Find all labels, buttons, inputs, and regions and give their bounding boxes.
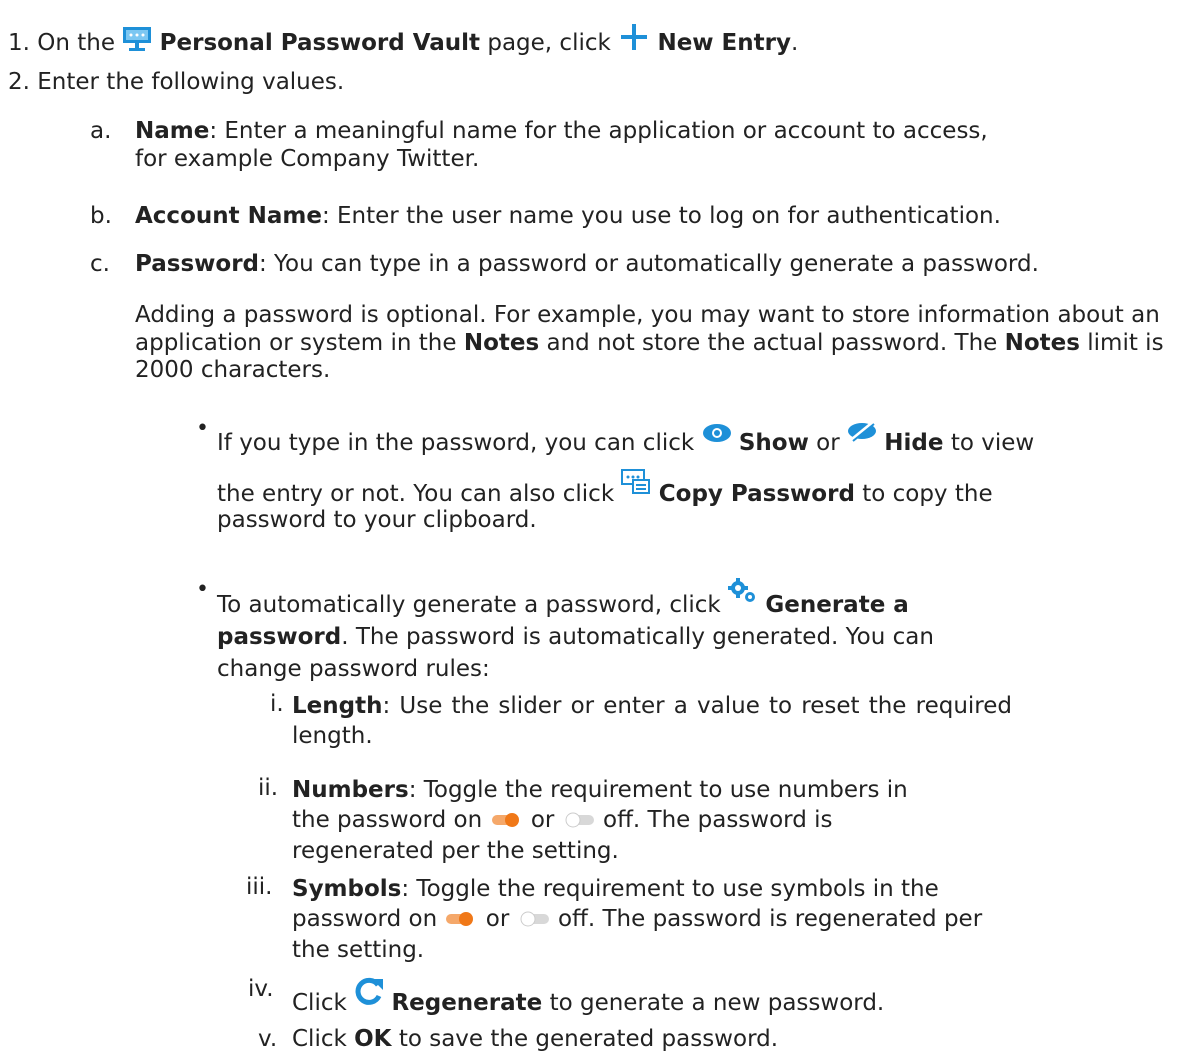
- bullet-2-marker: •: [196, 577, 209, 602]
- eye-show-icon: [702, 422, 732, 452]
- copy-password-icon: [621, 469, 651, 503]
- bullet-text: to copy the: [862, 481, 993, 507]
- rule-length: Length: Use the slider or enter a value …: [292, 691, 1012, 751]
- regenerate-icon: [354, 976, 384, 1014]
- step-number: 1.: [8, 30, 30, 56]
- notes-label: Notes: [1004, 329, 1080, 356]
- bullet-2: To automatically generate a password, cl…: [217, 578, 1017, 685]
- item-b-marker: b.: [90, 203, 112, 229]
- step-text: page, click: [487, 30, 611, 56]
- step-number: 2.: [8, 69, 30, 95]
- step-1: 1. On the Personal Password Vault page, …: [8, 22, 798, 60]
- rule-text: : Use the slider or enter a value to res…: [292, 693, 1012, 749]
- period: .: [790, 30, 799, 56]
- rule-symbols: Symbols: Toggle the requirement to use s…: [292, 874, 1012, 965]
- bullet-text: To automatically generate a password, cl…: [217, 592, 721, 618]
- vault-page-name: Personal Password Vault: [159, 30, 481, 56]
- item-a: Name: Enter a meaningful name for the ap…: [135, 118, 1015, 173]
- eye-hide-icon: [847, 420, 877, 450]
- rule-ii-marker: ii.: [258, 775, 279, 801]
- item-c-marker: c.: [90, 251, 110, 277]
- toggle-on-icon: [491, 806, 522, 836]
- bullet-1-marker: •: [196, 416, 209, 441]
- rule-text: Click: [292, 990, 347, 1016]
- plus-icon: [618, 22, 650, 60]
- password-note: Adding a password is optional. For examp…: [135, 302, 1175, 385]
- vault-icon: [122, 26, 152, 60]
- item-text: : Enter a meaningful name for the applic…: [135, 118, 988, 172]
- note-text: and not store the actual password. The: [546, 329, 998, 356]
- copy-password-label: Copy Password: [658, 481, 855, 507]
- step-text: On the: [37, 30, 116, 56]
- step-text: Enter the following values.: [37, 69, 345, 95]
- item-text: : Enter the user name you use to log on …: [321, 203, 1001, 229]
- rule-numbers: Numbers: Toggle the requirement to use n…: [292, 775, 952, 866]
- new-entry-label: New Entry: [657, 30, 791, 56]
- rule-v-marker: v.: [258, 1026, 278, 1052]
- gears-icon: [728, 578, 758, 613]
- rule-text: to generate a new password.: [549, 990, 885, 1016]
- bullet-1-line-3: password to your clipboard.: [217, 507, 537, 533]
- item-label: Account Name: [135, 203, 322, 229]
- item-label: Password: [135, 251, 259, 277]
- hide-label: Hide: [884, 430, 944, 456]
- rule-ok: Click OK to save the generated password.: [292, 1026, 778, 1054]
- item-b: Account Name: Enter the user name you us…: [135, 203, 1001, 231]
- regenerate-label: Regenerate: [391, 990, 543, 1016]
- item-a-marker: a.: [90, 118, 112, 144]
- bullet-text: If you type in the password, you can cli…: [217, 430, 695, 456]
- rule-text: or: [485, 906, 510, 932]
- bullet-1-line-2: the entry or not. You can also click Cop…: [217, 469, 993, 509]
- rule-label: Length: [292, 693, 383, 719]
- toggle-off-icon: [519, 905, 549, 935]
- bullet-text: or: [816, 430, 840, 456]
- item-label: Name: [135, 118, 210, 144]
- bullet-text: to view: [950, 430, 1035, 456]
- rule-iii-marker: iii.: [246, 874, 273, 900]
- rule-text: to save the generated password.: [398, 1026, 779, 1052]
- rule-iv-marker: iv.: [248, 976, 274, 1002]
- bullet-1-line-1: If you type in the password, you can cli…: [217, 420, 1034, 458]
- toggle-on-icon: [446, 905, 476, 935]
- step-2: 2. Enter the following values.: [8, 69, 344, 97]
- bullet-text: the entry or not. You can also click: [217, 481, 615, 507]
- rule-regenerate: Click Regenerate to generate a new passw…: [292, 976, 884, 1018]
- rule-text: or: [530, 807, 555, 833]
- item-c: Password: You can type in a password or …: [135, 251, 1039, 279]
- rule-label: Numbers: [292, 777, 409, 803]
- toggle-off-icon: [564, 806, 594, 836]
- item-text: : You can type in a password or automati…: [259, 251, 1039, 277]
- notes-label: Notes: [463, 329, 540, 356]
- rule-text: Click: [292, 1026, 347, 1052]
- show-label: Show: [738, 430, 809, 456]
- rule-i-marker: i.: [270, 691, 284, 717]
- ok-label: OK: [354, 1026, 392, 1052]
- rule-label: Symbols: [292, 876, 402, 902]
